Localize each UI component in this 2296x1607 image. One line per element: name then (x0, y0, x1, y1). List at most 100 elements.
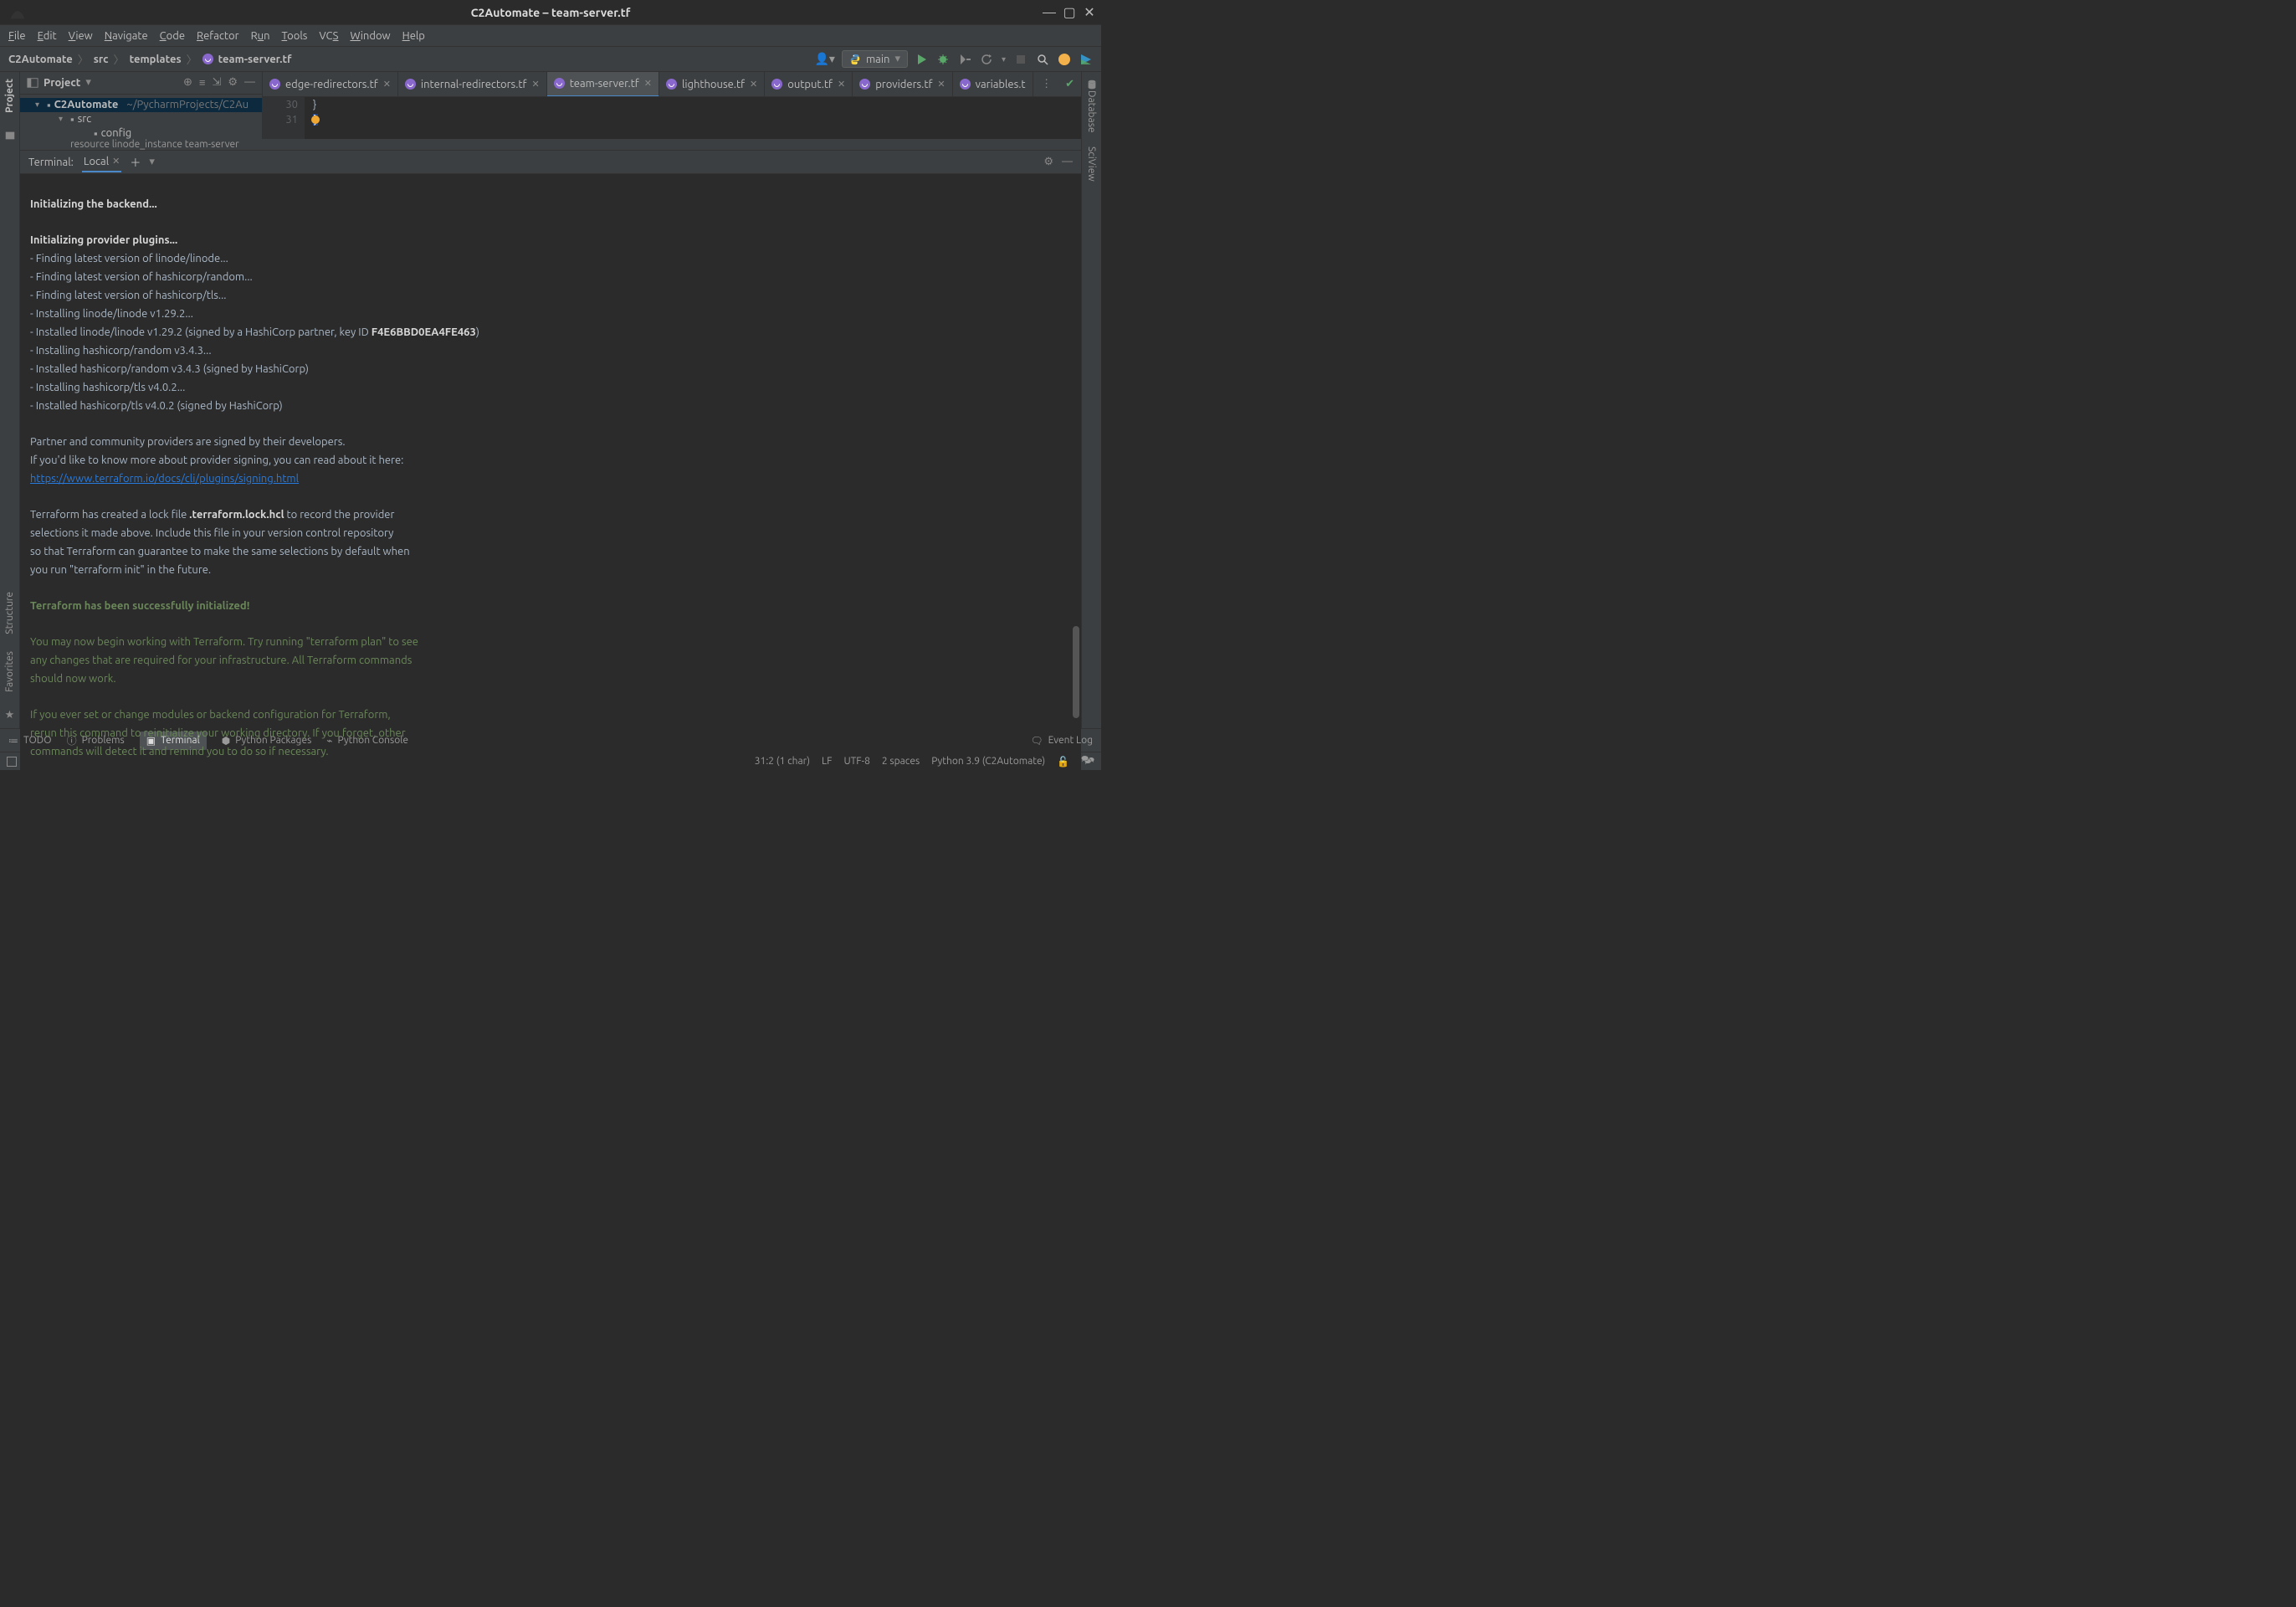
breadcrumb[interactable]: C2Automate 〉 src 〉 templates 〉 team-serv… (8, 51, 291, 67)
tab-output[interactable]: output.tf✕ (765, 72, 853, 97)
collapse-all-icon[interactable]: ⇲ (212, 76, 221, 89)
project-view-icon (27, 77, 38, 89)
app-logo-icon (8, 3, 27, 22)
tool-window-toggle-icon[interactable] (7, 757, 17, 767)
tab-variables[interactable]: variables.t (953, 72, 1033, 97)
close-icon[interactable]: ✕ (750, 79, 757, 90)
minimize-button[interactable]: — (1043, 6, 1056, 19)
titlebar: C2Automate – team-server.tf — ▢ ✕ (0, 0, 1101, 25)
star-icon: ★ (5, 709, 15, 721)
terraform-icon (405, 79, 416, 90)
menu-vcs[interactable]: VCS (319, 30, 338, 42)
tree-root-name: C2Automate (54, 99, 119, 110)
menu-window[interactable]: Window (350, 30, 390, 42)
right-gutter: Database SciView (1081, 72, 1101, 728)
tab-internal-redirectors[interactable]: internal-redirectors.tf✕ (398, 72, 547, 97)
breadcrumb-src[interactable]: src (94, 54, 109, 65)
settings-icon[interactable]: ⚙ (228, 76, 238, 89)
sidebar-sciview-tab[interactable]: SciView (1086, 146, 1097, 182)
breadcrumb-project[interactable]: C2Automate (8, 54, 73, 65)
line-number: 31 (263, 114, 298, 129)
notifications-icon[interactable]: 🗫 (1081, 752, 1094, 770)
run-more-icon[interactable] (958, 53, 971, 66)
menu-navigate[interactable]: Navigate (105, 30, 148, 42)
breadcrumb-templates[interactable]: templates (130, 54, 182, 65)
project-panel-title: Project (44, 77, 80, 89)
editor-body[interactable]: 30 31 } } (263, 97, 1081, 139)
close-icon[interactable]: ✕ (838, 79, 845, 90)
tab-providers[interactable]: providers.tf✕ (853, 72, 952, 97)
new-terminal-button[interactable]: ＋ (130, 154, 141, 170)
menu-run[interactable]: Run (251, 30, 270, 42)
codewithme-icon[interactable] (1058, 53, 1071, 66)
tree-src-label: src (78, 113, 92, 125)
terraform-icon (202, 54, 213, 64)
search-icon[interactable] (1036, 53, 1049, 66)
sidebar-favorites-tab[interactable]: Favorites (4, 651, 15, 692)
tree-config-label: config (101, 127, 132, 139)
sidebar-project-tab[interactable]: Project (4, 79, 15, 113)
menu-code[interactable]: Code (160, 30, 185, 42)
run-config-name: main (866, 54, 889, 65)
tab-lighthouse[interactable]: lighthouse.tf✕ (659, 72, 765, 97)
close-icon[interactable]: ✕ (112, 156, 120, 167)
todo-icon: ≔ (8, 735, 18, 747)
breadcrumb-file[interactable]: team-server.tf (218, 54, 292, 65)
terraform-icon (771, 79, 782, 90)
stop-icon[interactable] (1014, 53, 1028, 66)
menu-help[interactable]: Help (402, 30, 425, 42)
tab-team-server[interactable]: team-server.tf✕ (547, 72, 659, 97)
terminal-dropdown[interactable]: ▾ (149, 156, 155, 168)
sidebar-database-tab[interactable]: Database (1086, 90, 1097, 133)
tab-edge-redirectors[interactable]: edge-redirectors.tf✕ (263, 72, 398, 97)
rerun-icon[interactable] (980, 53, 993, 66)
editor-tabbar: edge-redirectors.tf✕ internal-redirector… (263, 72, 1081, 97)
menu-file[interactable]: File (8, 30, 26, 42)
editor-structure-crumb[interactable]: resource linode_instance team-server (20, 139, 1081, 150)
tree-config[interactable]: ▪ config (20, 126, 262, 139)
folder-icon: ▪ (47, 99, 51, 111)
menu-tools[interactable]: Tools (282, 30, 308, 42)
terraform-icon (666, 79, 677, 90)
terminal-scrollbar[interactable] (1073, 626, 1079, 718)
chevron-down-icon[interactable]: ▾ (85, 76, 91, 89)
terminal-tab-local[interactable]: Local ✕ (82, 152, 122, 172)
terminal-body[interactable]: Initializing the backend... Initializing… (20, 174, 1081, 799)
code-line-30: } (313, 99, 1081, 114)
close-icon[interactable]: ✕ (531, 79, 539, 90)
maximize-button[interactable]: ▢ (1063, 6, 1076, 19)
ide-update-icon[interactable] (1079, 53, 1093, 66)
debug-icon[interactable] (936, 53, 950, 66)
run-config-selector[interactable]: main ▾ (842, 50, 908, 68)
close-button[interactable]: ✕ (1083, 6, 1096, 19)
hide-panel-icon[interactable]: — (244, 76, 255, 89)
close-icon[interactable]: ✕ (383, 79, 391, 90)
close-icon[interactable]: ✕ (644, 78, 652, 89)
terraform-icon (960, 79, 971, 90)
inspections-ok-icon[interactable]: ✔ (1058, 78, 1081, 90)
tabs-overflow[interactable]: ⋮ (1034, 78, 1058, 90)
menu-refactor[interactable]: Refactor (197, 30, 239, 42)
terminal-label: Terminal: (28, 157, 74, 168)
project-panel: Project ▾ ⊕ ≡ ⇲ ⚙ — ▾ ▪ C2Automate (20, 72, 263, 139)
run-menu-chevron[interactable]: ▾ (1002, 54, 1006, 64)
close-icon[interactable]: ✕ (937, 79, 945, 90)
hide-terminal-icon[interactable]: — (1062, 156, 1073, 168)
chevron-down-icon: ▾ (894, 53, 900, 65)
tree-root[interactable]: ▾ ▪ C2Automate ~/PycharmProjects/C2Au (20, 98, 262, 112)
expand-all-icon[interactable]: ≡ (199, 76, 206, 89)
sidebar-structure-tab[interactable]: Structure (4, 592, 15, 634)
menu-edit[interactable]: Edit (38, 30, 57, 42)
terraform-signing-link[interactable]: https://www.terraform.io/docs/cli/plugin… (30, 473, 299, 485)
run-icon[interactable] (915, 53, 928, 66)
warning-marker-icon[interactable] (311, 116, 320, 124)
select-opened-icon[interactable]: ⊕ (183, 76, 192, 89)
database-icon (1086, 79, 1098, 90)
menubar: File Edit View Navigate Code Refactor Ru… (0, 25, 1101, 47)
left-gutter: Project Structure Favorites ★ (0, 72, 20, 728)
tree-src[interactable]: ▾ ▪ src (20, 112, 262, 126)
terraform-icon (859, 79, 870, 90)
terminal-settings-icon[interactable]: ⚙ (1043, 156, 1053, 168)
menu-view[interactable]: View (69, 30, 93, 42)
user-dropdown[interactable]: 👤▾ (814, 52, 834, 66)
